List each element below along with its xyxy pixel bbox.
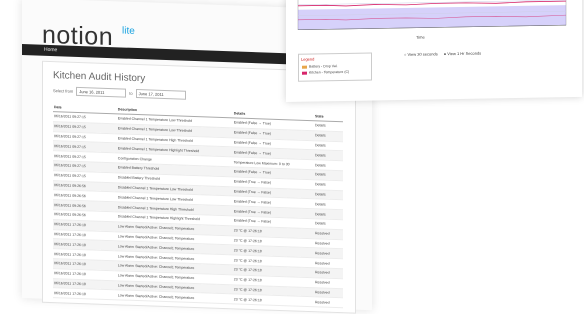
row-state[interactable]: Resolved [313, 297, 343, 308]
radio-view-30s[interactable]: ○ View 30 seconds [404, 51, 438, 57]
radio-label: View 30 seconds [407, 51, 438, 57]
audit-table: Date Description Details State 06/16/201… [53, 102, 343, 308]
radio-label: View 1 Hr Seconds [447, 50, 482, 57]
date-range-label: Select from [53, 88, 74, 94]
legend-title: Legend [301, 56, 315, 62]
row-details: 23 °C @ 17:26:18 [232, 294, 314, 307]
logo-suffix: lite [122, 25, 135, 37]
chart-card: Time Legend Battery - Drop Val. Kitchen … [286, 0, 582, 103]
date-to-input[interactable]: June 17, 2011 [135, 88, 186, 100]
legend: Legend Battery - Drop Val. Kitchen - Tem… [298, 52, 372, 82]
audit-table-body: 06/16/2011 09:27:15 Enabled Channel 1 Tem… [53, 111, 343, 308]
page-title: Kitchen Audit History [53, 70, 146, 85]
temperature-chart [297, 0, 567, 31]
x-axis-label: Time [416, 34, 425, 40]
legend-entry-battery[interactable]: Battery - Drop Val. [302, 64, 338, 69]
legend-label: Kitchen - Temperature (C) [309, 69, 350, 75]
legend-swatch [302, 71, 307, 75]
radio-view-1hr[interactable]: ● View 1 Hr Seconds [444, 51, 481, 57]
nav-home-link[interactable]: Home [44, 45, 57, 56]
date-range-selector: Select from June 16, 2011 to June 17, 20… [53, 86, 186, 100]
date-from-input[interactable]: June 16, 2011 [76, 86, 127, 98]
legend-swatch [302, 65, 307, 69]
legend-entry-kitchen[interactable]: Kitchen - Temperature (C) [302, 70, 349, 75]
view-options: ○ View 30 seconds ● View 1 Hr Seconds [404, 51, 481, 57]
date-range-separator: to [129, 90, 133, 96]
legend-label: Battery - Drop Val. [309, 64, 338, 69]
